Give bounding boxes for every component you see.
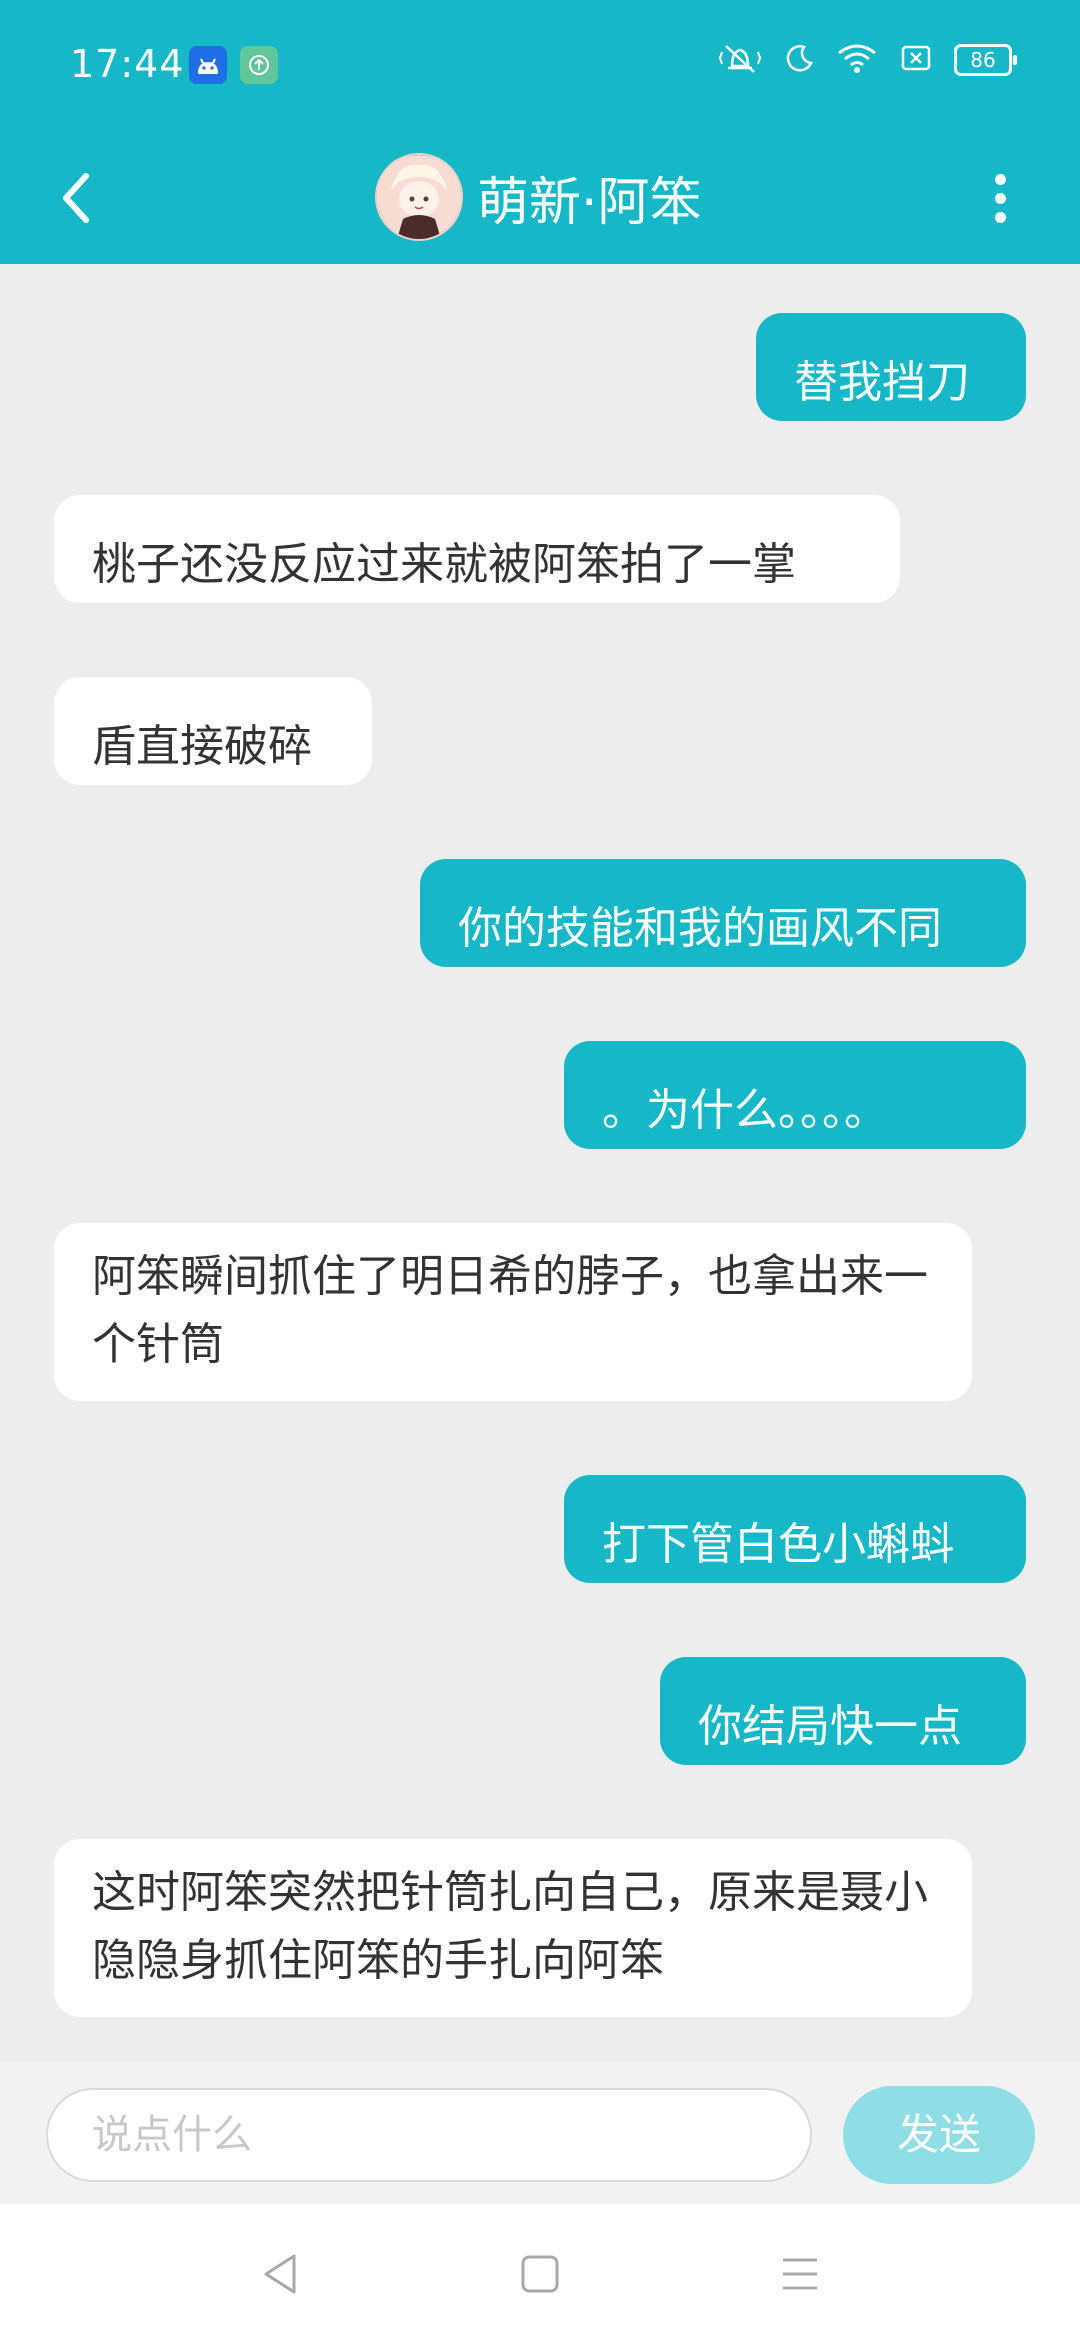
chat-header: 萌新·阿笨 bbox=[0, 130, 1080, 264]
message-input[interactable]: 说点什么 bbox=[46, 2088, 812, 2182]
more-vertical-icon-dot bbox=[994, 173, 1006, 185]
chat-messages[interactable]: 替我挡刀 桃子还没反应过来就被阿笨拍了一掌 盾直接破碎 你的技能和我的画风不同 … bbox=[0, 264, 1080, 2062]
avatar[interactable] bbox=[375, 153, 463, 241]
status-bar: 17:44 86 bbox=[0, 0, 1080, 130]
triangle-back-icon bbox=[264, 2254, 296, 2294]
back-button[interactable] bbox=[36, 158, 116, 238]
wifi-icon bbox=[836, 42, 878, 78]
message-outgoing[interactable]: 你的技能和我的画风不同 bbox=[420, 859, 1026, 967]
message-outgoing[interactable]: 。为什么。。。。 bbox=[564, 1041, 1026, 1149]
input-bar: 说点什么 发送 bbox=[0, 2062, 1080, 2204]
nav-back-button[interactable] bbox=[250, 2244, 310, 2304]
upload-icon bbox=[240, 46, 278, 84]
status-time: 17:44 bbox=[70, 42, 185, 86]
header-contact[interactable]: 萌新·阿笨 bbox=[375, 136, 702, 258]
android-icon bbox=[189, 46, 227, 84]
message-incoming[interactable]: 桃子还没反应过来就被阿笨拍了一掌 bbox=[54, 495, 900, 603]
nav-menu-button[interactable] bbox=[770, 2244, 830, 2304]
message-incoming[interactable]: 这时阿笨突然把针筒扎向自己，原来是聂小隐隐身抓住阿笨的手扎向阿笨 bbox=[54, 1839, 972, 2017]
moon-icon bbox=[784, 43, 814, 77]
message-incoming[interactable]: 阿笨瞬间抓住了明日希的脖子，也拿出来一个针筒 bbox=[54, 1223, 972, 1401]
contact-name: 萌新·阿笨 bbox=[477, 172, 702, 233]
message-outgoing[interactable]: 替我挡刀 bbox=[756, 313, 1026, 421]
square-home-icon bbox=[521, 2255, 559, 2293]
mute-vibrate-icon bbox=[718, 42, 762, 78]
menu-icon bbox=[783, 2258, 817, 2290]
sim-off-icon bbox=[900, 44, 932, 76]
more-vertical-icon-dot bbox=[994, 192, 1006, 204]
chevron-left-icon bbox=[63, 173, 89, 223]
nav-home-button[interactable] bbox=[510, 2244, 570, 2304]
status-icons: 86 bbox=[718, 42, 1017, 78]
more-vertical-icon-dot bbox=[994, 211, 1006, 223]
send-button[interactable]: 发送 bbox=[843, 2086, 1035, 2184]
message-outgoing[interactable]: 打下管白色小蝌蚪 bbox=[564, 1475, 1026, 1583]
battery-icon: 86 bbox=[954, 44, 1017, 76]
message-incoming[interactable]: 盾直接破碎 bbox=[54, 677, 372, 785]
message-outgoing[interactable]: 你结局快一点 bbox=[660, 1657, 1026, 1765]
more-options-button[interactable] bbox=[960, 158, 1040, 238]
system-nav-bar bbox=[0, 2204, 1080, 2340]
